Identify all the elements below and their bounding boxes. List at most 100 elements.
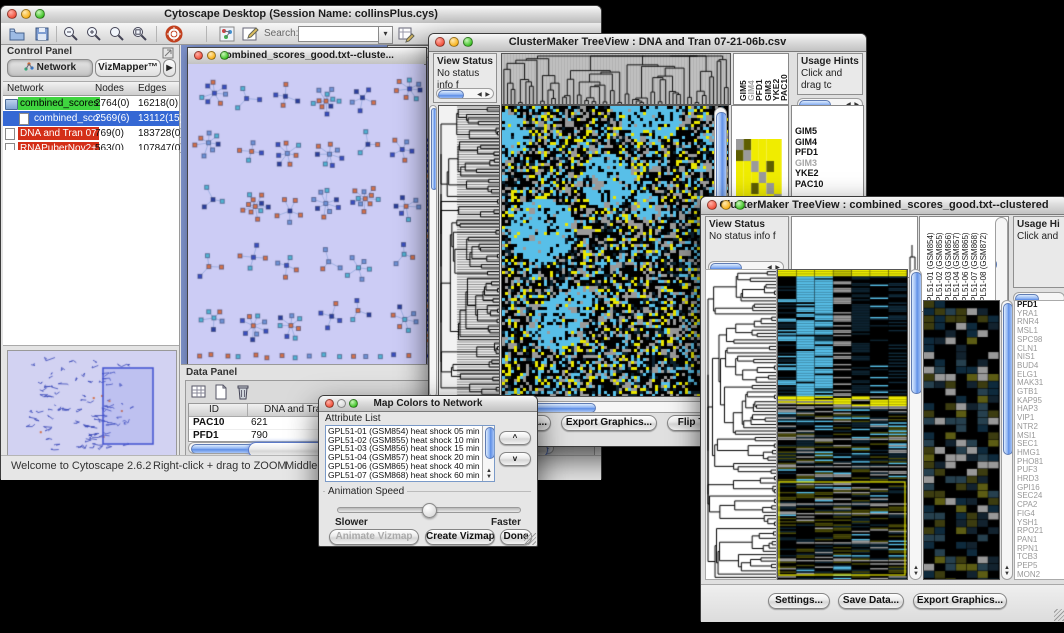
folder-icon bbox=[5, 99, 18, 110]
move-up-button[interactable]: ^ bbox=[499, 431, 531, 445]
treeview2-titlebar[interactable]: ClusterMaker TreeView : combined_scores_… bbox=[701, 197, 1064, 215]
network-row[interactable]: combined_sco2569(6)13112(15) bbox=[3, 111, 179, 126]
zoom-window-button[interactable] bbox=[349, 399, 358, 408]
attribute-browser-icon[interactable] bbox=[397, 25, 415, 43]
export-graphics-button[interactable]: Export Graphics... bbox=[913, 593, 1007, 609]
animate-vizmap-button[interactable]: Animate Vizmap bbox=[329, 529, 419, 545]
column-labels-vscrollbar[interactable]: ▲▼ bbox=[995, 217, 1008, 311]
network-view-window-1[interactable]: combined_scores_good.txt--cluste... bbox=[187, 47, 427, 364]
global-vscrollbar[interactable] bbox=[429, 105, 437, 397]
open-icon[interactable] bbox=[8, 25, 26, 43]
data-col-id: ID bbox=[209, 404, 219, 416]
minimize-button[interactable] bbox=[449, 37, 459, 47]
column-label: GPL51-08 (GSM872) bbox=[979, 232, 988, 308]
zoom-in-icon[interactable] bbox=[85, 25, 103, 43]
view-status-scrollbar[interactable]: ◀ ▶ bbox=[436, 88, 494, 99]
status-zoom-hint: Right-click + drag to ZOOM bbox=[153, 460, 287, 472]
attribute-list[interactable]: ▲▼ GPL51-01 (GSM854) heat shock 05 minGP… bbox=[325, 425, 495, 482]
heatmap-vscrollbar[interactable]: ▲▼ bbox=[909, 269, 922, 580]
minimize-button[interactable] bbox=[207, 51, 216, 60]
main-titlebar[interactable]: Cytoscape Desktop (Session Name: collins… bbox=[1, 6, 601, 24]
search-input[interactable] bbox=[298, 26, 380, 42]
column-label: GPL51-06 (GSM865) bbox=[961, 232, 970, 308]
zoom-selected-icon[interactable] bbox=[108, 25, 126, 43]
column-label: GPL51-01 (GSM854) bbox=[926, 232, 935, 308]
minimize-button[interactable] bbox=[337, 399, 346, 408]
zoomed-heatmap[interactable] bbox=[923, 300, 1000, 580]
gene-label[interactable]: YKE2 bbox=[792, 168, 863, 179]
save-data-button[interactable]: Save Data... bbox=[838, 593, 904, 609]
treeview2-title: ClusterMaker TreeView : combined_scores_… bbox=[719, 199, 1048, 211]
vizmapper-icon[interactable] bbox=[218, 25, 236, 43]
row-dendrogram[interactable] bbox=[438, 105, 500, 397]
animation-speed-label: Animation Speed bbox=[325, 486, 407, 497]
network-nodes: 2569(6) bbox=[95, 111, 129, 126]
close-button[interactable] bbox=[325, 399, 334, 408]
column-label: GPL51-02 (GSM855) bbox=[935, 232, 944, 308]
network-row[interactable]: DNA and Tran 07769(0)183728(0) bbox=[3, 126, 179, 141]
zoom-fit-icon[interactable] bbox=[131, 25, 149, 43]
desktop: Cytoscape Desktop (Session Name: collins… bbox=[0, 0, 1064, 633]
network-row[interactable]: combined_scores2764(0)16218(0) bbox=[3, 96, 179, 111]
close-button[interactable] bbox=[7, 9, 17, 19]
view-status-panel: View StatusNo status info f ◀ ▶ bbox=[433, 53, 497, 103]
treeview1-title: ClusterMaker TreeView : DNA and Tran 07-… bbox=[509, 36, 787, 48]
save-icon[interactable] bbox=[33, 25, 51, 43]
settings-button[interactable]: Settings... bbox=[768, 593, 830, 609]
zoom-out-icon[interactable] bbox=[62, 25, 80, 43]
export-graphics-button[interactable]: Export Graphics... bbox=[561, 415, 657, 431]
tab-vizmapper[interactable]: VizMapper™ bbox=[95, 59, 161, 77]
dialog-titlebar[interactable]: Map Colors to Network bbox=[319, 396, 537, 412]
heatmap[interactable]: ▲▼ bbox=[501, 105, 729, 397]
slower-label: Slower bbox=[335, 517, 368, 528]
resize-grip[interactable] bbox=[524, 533, 536, 545]
gene-label[interactable]: GIM5 bbox=[792, 126, 863, 137]
zoom-window-button[interactable] bbox=[463, 37, 473, 47]
heatmap[interactable] bbox=[777, 269, 908, 580]
zoom-window-button[interactable] bbox=[735, 200, 745, 210]
new-attribute-icon[interactable] bbox=[212, 383, 230, 401]
dialog-title: Map Colors to Network bbox=[374, 398, 483, 409]
network-edges: 13112(15) bbox=[138, 111, 183, 126]
create-vizmap-button[interactable]: Create Vizmap bbox=[425, 529, 495, 545]
resize-grip[interactable] bbox=[1054, 609, 1064, 621]
document-icon bbox=[5, 128, 15, 140]
network-edges: 183728(0) bbox=[138, 126, 184, 141]
gene-label-list: PFD1YRA1RNR4MSL1SPC98CLN1NIS1BUD4ELG1MAK… bbox=[1014, 300, 1064, 580]
delete-attribute-icon[interactable] bbox=[234, 383, 252, 401]
close-button[interactable] bbox=[707, 200, 717, 210]
attribute-list-vscrollbar[interactable]: ▲▼ bbox=[482, 426, 494, 481]
data-panel-title: Data Panel bbox=[186, 367, 237, 378]
close-button[interactable] bbox=[194, 51, 203, 60]
help-icon[interactable] bbox=[165, 25, 183, 43]
annotation-icon[interactable] bbox=[241, 25, 259, 43]
network-name: combined_scores bbox=[18, 97, 100, 110]
gene-label[interactable]: PAC10 bbox=[792, 179, 863, 190]
row-dendrogram[interactable] bbox=[705, 269, 777, 580]
attribute-list-item[interactable]: GPL51-07 (GSM868) heat shock 60 min bbox=[326, 471, 494, 480]
network-edges: 16218(0) bbox=[138, 96, 178, 111]
minimize-button[interactable] bbox=[721, 200, 731, 210]
search-dropdown-button[interactable]: ▾ bbox=[378, 26, 393, 44]
animation-speed-slider[interactable] bbox=[337, 507, 521, 513]
gene-label[interactable]: MON2 bbox=[1015, 571, 1064, 580]
zoom-window-button[interactable] bbox=[35, 9, 45, 19]
gene-label[interactable]: PFD1 bbox=[792, 147, 863, 158]
slider-thumb[interactable] bbox=[422, 503, 437, 518]
minimize-button[interactable] bbox=[21, 9, 31, 19]
network-nodes: 769(0) bbox=[95, 126, 124, 141]
gene-label[interactable]: GIM4 bbox=[792, 137, 863, 148]
move-down-button[interactable]: v bbox=[499, 452, 531, 466]
column-dendrogram[interactable] bbox=[501, 53, 731, 105]
tab-overflow-button[interactable]: ▶ bbox=[163, 59, 176, 77]
close-button[interactable] bbox=[435, 37, 445, 47]
zoomed-heatmap-vscrollbar[interactable]: ▲▼ bbox=[1001, 300, 1013, 580]
col-edges: Edges bbox=[138, 82, 166, 95]
status-welcome: Welcome to Cytoscape 2.6.2 bbox=[11, 460, 151, 472]
zoom-window-button[interactable] bbox=[220, 51, 229, 60]
select-attributes-icon[interactable] bbox=[190, 383, 208, 401]
network-overview[interactable] bbox=[7, 350, 177, 461]
treeview1-titlebar[interactable]: ClusterMaker TreeView : DNA and Tran 07-… bbox=[429, 34, 866, 52]
gene-label[interactable]: GIM3 bbox=[792, 158, 863, 169]
tab-network[interactable]: Network bbox=[7, 59, 93, 77]
